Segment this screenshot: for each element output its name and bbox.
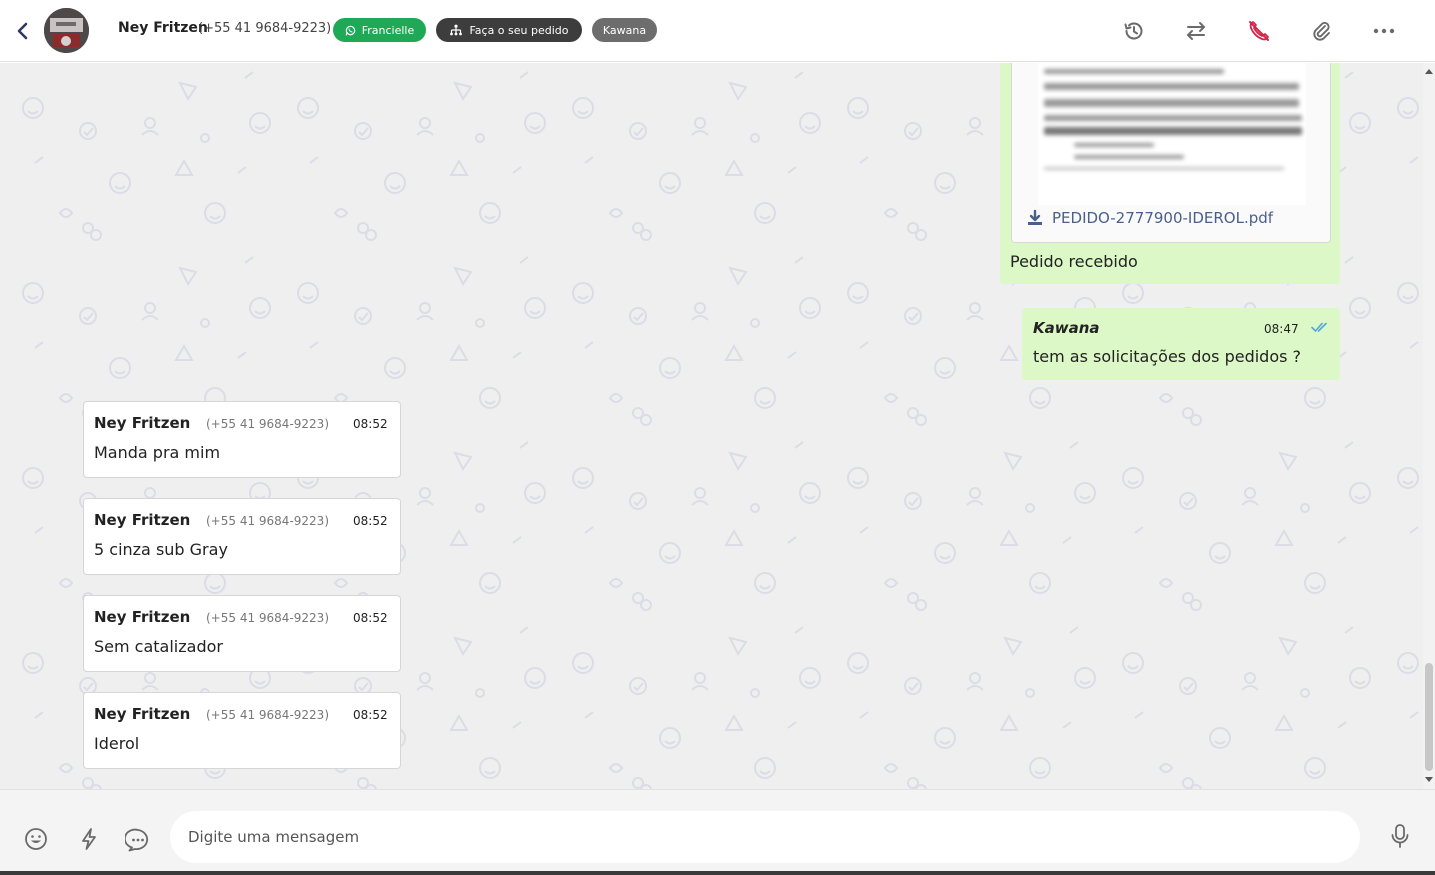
message-time: 08:52 [353,417,388,431]
sender-phone: (+55 41 9684-9223) [206,708,329,722]
message-text: Sem catalizador [94,637,223,656]
sender-phone: (+55 41 9684-9223) [206,417,329,431]
more-icon[interactable] [1371,18,1397,44]
order-flow-tag[interactable]: Faça o seu pedido [436,18,582,42]
incoming-message: Ney Fritzen (+55 41 9684-9223) 08:52 Man… [83,401,401,478]
sender-name: Ney Fritzen [94,608,191,626]
agent-tag[interactable]: Kawana [592,18,657,42]
incoming-message: Ney Fritzen (+55 41 9684-9223) 08:52 Ide… [83,692,401,769]
message-time: 08:52 [353,611,388,625]
sender-name: Ney Fritzen [94,511,191,529]
message-time: 08:47 [1264,322,1299,336]
chat-scrollbar[interactable] [1423,63,1435,789]
scroll-down-arrow-icon[interactable] [1425,777,1433,782]
sender-name: Ney Fritzen [94,414,191,432]
download-icon [1028,209,1042,225]
contact-avatar[interactable] [44,8,89,53]
order-tag-label: Faça o seu pedido [469,23,569,37]
outgoing-document-message: PEDIDO-2777900-IDEROL.pdf Pedido recebid… [1000,63,1340,284]
sender-name: Ney Fritzen [94,705,191,723]
message-author: Kawana [1033,319,1100,337]
contact-name: Ney Fritzen [118,20,208,36]
message-text: Iderol [94,734,140,753]
document-preview-thumbnail[interactable] [1038,63,1306,205]
message-text: tem as solicitações dos pedidos ? [1033,347,1302,366]
sender-phone: (+55 41 9684-9223) [206,514,329,528]
message-time: 08:52 [353,514,388,528]
quick-reply-lightning-icon[interactable] [76,826,102,852]
message-time: 08:52 [353,708,388,722]
incoming-message: Ney Fritzen (+55 41 9684-9223) 08:52 5 c… [83,498,401,575]
message-input[interactable] [170,811,1360,863]
whatsapp-tag-label: Francielle [361,23,415,37]
chat-header: Ney Fritzen (+55 41 9684-9223) Franciell… [0,0,1435,62]
scroll-up-arrow-icon[interactable] [1425,69,1433,74]
incoming-message: Ney Fritzen (+55 41 9684-9223) 08:52 Sem… [83,595,401,672]
chat-messages-area[interactable]: PEDIDO-2777900-IDEROL.pdf Pedido recebid… [0,63,1423,789]
read-receipt-icon [1311,322,1327,333]
flow-icon [450,24,463,36]
document-download-link[interactable]: PEDIDO-2777900-IDEROL.pdf [1026,209,1273,227]
transfer-icon[interactable] [1183,18,1209,44]
attachment-icon[interactable] [1308,18,1334,44]
phone-off-icon[interactable] [1246,18,1272,44]
message-composer [0,789,1435,875]
outgoing-text-message: Kawana 08:47 tem as solicitações dos ped… [1022,308,1340,380]
chat-bubble-icon[interactable] [125,827,151,853]
document-caption: Pedido recebido [1010,252,1138,271]
whatsapp-icon [345,25,356,35]
avatar-image [44,8,89,53]
sender-phone: (+55 41 9684-9223) [206,611,329,625]
contact-phone: (+55 41 9684-9223) [198,21,332,36]
document-file-name: PEDIDO-2777900-IDEROL.pdf [1052,209,1274,227]
document-card[interactable]: PEDIDO-2777900-IDEROL.pdf [1011,63,1331,243]
whatsapp-channel-tag[interactable]: Francielle [333,18,426,42]
window-bottom-edge [0,871,1435,875]
scrollbar-thumb[interactable] [1425,663,1433,771]
emoji-icon[interactable] [23,826,49,852]
back-arrow-icon[interactable] [12,19,32,43]
history-icon[interactable] [1121,18,1147,44]
message-text: 5 cinza sub Gray [94,540,228,559]
microphone-icon[interactable] [1387,823,1413,849]
message-text: Manda pra mim [94,443,221,462]
agent-tag-label: Kawana [602,23,647,37]
